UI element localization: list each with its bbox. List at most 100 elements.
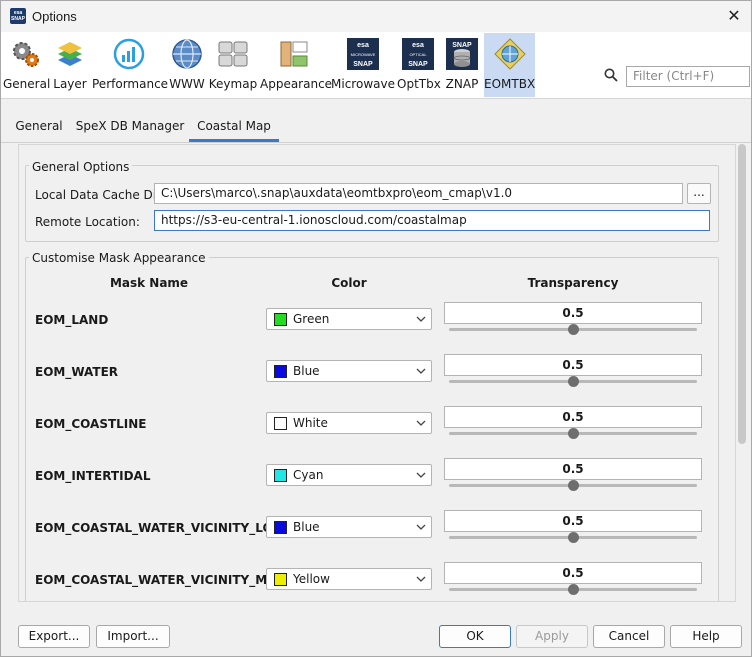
snap-app-icon: esa SNAP — [10, 8, 26, 24]
toolbar-label: EOMTBX — [484, 77, 536, 91]
color-swatch — [274, 365, 287, 378]
slider-thumb[interactable] — [568, 376, 579, 387]
toolbar-item-eomtbx[interactable]: EOMTBX — [484, 33, 535, 97]
ok-button[interactable]: OK — [439, 625, 511, 648]
export-button[interactable]: Export... — [18, 625, 90, 648]
options-window: esa SNAP Options ✕ General Layer Perform… — [0, 0, 752, 657]
toolbar-label: Keymap — [208, 77, 258, 91]
gears-icon — [13, 42, 39, 67]
slider-thumb[interactable] — [568, 324, 579, 335]
toolbar-label: OptTbx — [397, 77, 441, 91]
filter-input[interactable]: Filter (Ctrl+F) — [626, 66, 750, 87]
color-value: Blue — [293, 520, 320, 534]
transparency-value[interactable]: 0.5 — [444, 354, 702, 376]
toolbar-label: General — [3, 77, 51, 91]
slider-thumb[interactable] — [568, 532, 579, 543]
toolbar-label: WWW — [169, 77, 205, 91]
mask-appearance-title: Customise Mask Appearance — [29, 251, 209, 265]
color-swatch — [274, 469, 287, 482]
toolbar-item-performance[interactable]: Performance — [92, 33, 168, 97]
help-button[interactable]: Help — [670, 625, 742, 648]
toolbar-item-layer[interactable]: Layer — [52, 33, 88, 97]
color-dropdown[interactable]: Cyan — [266, 464, 432, 486]
svg-text:SNAP: SNAP — [353, 61, 373, 68]
toolbar-label: Microwave — [331, 77, 395, 91]
import-button[interactable]: Import... — [96, 625, 170, 648]
color-header: Color — [331, 276, 367, 290]
chevron-down-icon — [416, 576, 426, 582]
tab-coastal-map[interactable]: Coastal Map — [189, 111, 279, 142]
vertical-scrollbar[interactable] — [736, 144, 748, 602]
toolbar-item-opttbx[interactable]: esa OPTICAL SNAP OptTbx — [397, 33, 441, 97]
color-value: Yellow — [293, 572, 330, 586]
globe-icon — [172, 39, 202, 69]
general-options-title: General Options — [29, 160, 133, 174]
palette-icon — [280, 41, 308, 67]
toolbar-item-znap[interactable]: SNAP ZNAP — [443, 33, 481, 97]
transparency-value[interactable]: 0.5 — [444, 458, 702, 480]
mask-name-label: EOM_WATER — [35, 365, 119, 379]
window-title: Options — [32, 9, 77, 24]
toolbar-item-keymap[interactable]: Keymap — [208, 33, 258, 97]
toolbar-label: Layer — [53, 77, 87, 91]
toolbar-item-microwave[interactable]: esa MICROWAVE SNAP Microwave — [331, 33, 395, 97]
transparency-value[interactable]: 0.5 — [444, 510, 702, 532]
color-dropdown[interactable]: Blue — [266, 516, 432, 538]
mask-name-label: EOM_COASTAL_WATER_VICINITY_LOW — [35, 521, 286, 535]
remote-location-field[interactable]: https://s3-eu-central-1.ionoscloud.com/c… — [154, 210, 710, 231]
slider-thumb[interactable] — [568, 584, 579, 595]
keyboard-icon — [218, 41, 248, 67]
toolbar-item-general[interactable]: General — [3, 33, 51, 97]
mask-name-label: EOM_COASTLINE — [35, 417, 147, 431]
svg-text:esa: esa — [412, 42, 424, 49]
mask-name-label: EOM_COASTAL_WATER_VICINITY_MID — [35, 573, 282, 587]
chevron-down-icon — [416, 316, 426, 322]
transparency-value[interactable]: 0.5 — [444, 562, 702, 584]
mask-name-header: Mask Name — [109, 276, 189, 290]
remote-location-label: Remote Location: — [35, 215, 140, 229]
color-dropdown[interactable]: Blue — [266, 360, 432, 382]
browse-button[interactable]: ... — [687, 183, 711, 204]
snap-database-icon: SNAP — [446, 38, 478, 70]
color-dropdown[interactable]: Yellow — [266, 568, 432, 590]
close-icon: ✕ — [727, 6, 741, 25]
color-value: Green — [293, 312, 330, 326]
apply-button[interactable]: Apply — [516, 625, 588, 648]
coastal-map-panel: General Options Local Data Cache Dir: C:… — [18, 144, 736, 602]
mask-name-label: EOM_INTERTIDAL — [35, 469, 151, 483]
esa-microwave-icon: esa MICROWAVE SNAP — [347, 38, 379, 70]
color-value: Cyan — [293, 468, 324, 482]
cancel-button[interactable]: Cancel — [593, 625, 665, 648]
search-icon — [604, 68, 618, 82]
category-toolbar: General Layer Performance WWW Keymap App… — [1, 32, 751, 99]
toolbar-label: Appearance — [260, 77, 333, 91]
color-swatch — [274, 417, 287, 430]
transparency-header: Transparency — [527, 276, 619, 290]
chevron-down-icon — [416, 472, 426, 478]
close-button[interactable]: ✕ — [723, 5, 745, 27]
transparency-value[interactable]: 0.5 — [444, 406, 702, 428]
color-value: Blue — [293, 364, 320, 378]
svg-text:SNAP: SNAP — [452, 42, 472, 49]
chevron-down-icon — [416, 524, 426, 530]
title-bar: esa SNAP Options ✕ — [1, 1, 751, 32]
esa-optical-icon: esa OPTICAL SNAP — [402, 38, 434, 70]
tab-bar: General SpeX DB Manager Coastal Map — [1, 111, 751, 143]
slider-thumb[interactable] — [568, 428, 579, 439]
chevron-down-icon — [416, 420, 426, 426]
toolbar-label: ZNAP — [445, 77, 479, 91]
transparency-value[interactable]: 0.5 — [444, 302, 702, 324]
toolbar-item-www[interactable]: WWW — [169, 33, 205, 97]
cache-dir-label: Local Data Cache Dir: — [35, 188, 165, 202]
toolbar-item-appearance[interactable]: Appearance — [260, 33, 333, 97]
tab-general[interactable]: General — [9, 111, 69, 142]
slider-thumb[interactable] — [568, 480, 579, 491]
color-dropdown[interactable]: Green — [266, 308, 432, 330]
cache-dir-field[interactable]: C:\Users\marco\.snap\auxdata\eomtbxpro\e… — [154, 183, 683, 204]
scroll-thumb[interactable] — [738, 144, 746, 444]
color-dropdown[interactable]: White — [266, 412, 432, 434]
svg-text:OPTICAL: OPTICAL — [409, 52, 427, 57]
mask-name-label: EOM_LAND — [35, 313, 109, 327]
tab-spex-db-manager[interactable]: SpeX DB Manager — [73, 111, 187, 142]
color-swatch — [274, 573, 287, 586]
